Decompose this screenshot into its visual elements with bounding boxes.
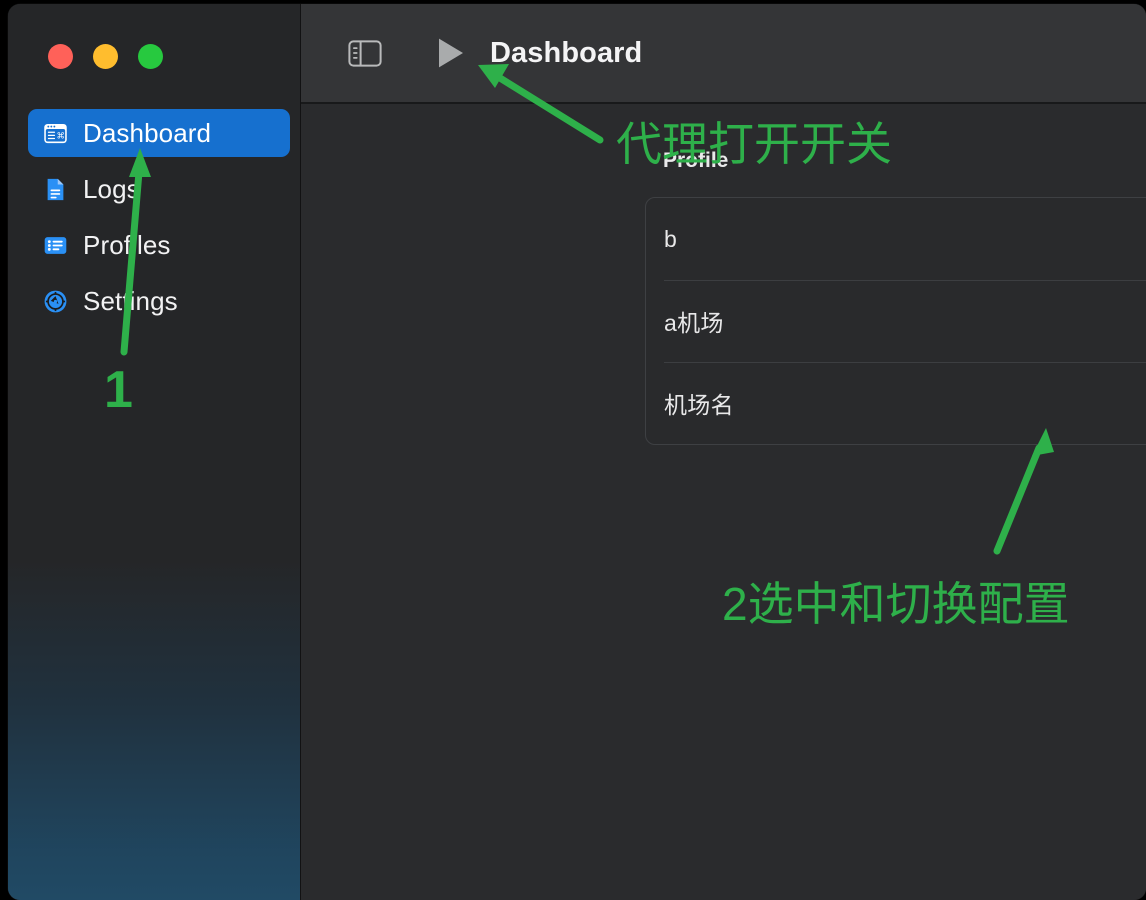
document-lines-icon bbox=[42, 176, 69, 203]
traffic-light-controls bbox=[48, 44, 163, 69]
profile-name: a机场 bbox=[664, 304, 724, 338]
sidebar-item-profiles[interactable]: Profiles bbox=[28, 221, 290, 269]
sidebar-item-label: Dashboard bbox=[83, 118, 211, 149]
sidebar-item-label: Logs bbox=[83, 174, 140, 205]
sidebar-item-logs[interactable]: Logs bbox=[28, 165, 290, 213]
svg-text:⌘: ⌘ bbox=[57, 130, 65, 140]
app-window: ⌘ Dashboard Lo bbox=[8, 4, 1146, 900]
toolbar: Dashboard bbox=[301, 4, 1146, 104]
gear-compass-icon bbox=[42, 288, 69, 315]
close-window-button[interactable] bbox=[48, 44, 73, 69]
screenshot-root: ⌘ Dashboard Lo bbox=[0, 0, 1146, 900]
page-title: Dashboard bbox=[490, 37, 642, 70]
content-area: Dashboard Profile b a机场 机场名 bbox=[301, 4, 1146, 900]
profile-row[interactable]: 机场名 bbox=[646, 362, 1146, 444]
section-label-profile: Profile bbox=[663, 149, 728, 173]
sidebar-item-label: Profiles bbox=[83, 230, 171, 261]
sidebar-item-dashboard[interactable]: ⌘ Dashboard bbox=[28, 109, 290, 157]
sidebar: ⌘ Dashboard Lo bbox=[8, 4, 301, 900]
sidebar-toggle-icon[interactable] bbox=[346, 38, 384, 68]
profile-row[interactable]: b bbox=[646, 198, 1146, 280]
sidebar-item-settings[interactable]: Settings bbox=[28, 277, 290, 325]
profile-name: 机场名 bbox=[664, 386, 734, 420]
profile-name: b bbox=[664, 226, 677, 253]
profile-row[interactable]: a机场 bbox=[646, 280, 1146, 362]
sidebar-item-label: Settings bbox=[83, 286, 178, 317]
dashboard-window-icon: ⌘ bbox=[42, 120, 69, 147]
zoom-window-button[interactable] bbox=[138, 44, 163, 69]
profile-list-card: b a机场 机场名 bbox=[645, 197, 1146, 445]
sidebar-nav: ⌘ Dashboard Lo bbox=[28, 109, 290, 333]
minimize-window-button[interactable] bbox=[93, 44, 118, 69]
list-bullet-icon bbox=[42, 232, 69, 259]
play-triangle-icon[interactable] bbox=[434, 36, 468, 70]
